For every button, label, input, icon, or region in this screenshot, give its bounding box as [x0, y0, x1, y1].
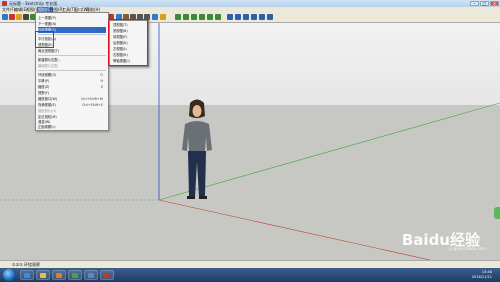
menu-item-label: 正面观察(L) [38, 125, 56, 129]
left-view-icon[interactable] [215, 14, 221, 20]
menu-separator [38, 70, 106, 71]
paint-tool-icon[interactable] [16, 14, 22, 20]
taskbar-explorer[interactable] [36, 270, 50, 280]
taskbar-ie[interactable] [20, 270, 34, 280]
camera-dropdown-menu: 上一视图(P) 下一视图(N) 标准视图(S) ▸ 平行投影(A) 透视图(E) … [35, 12, 109, 131]
taskbar-sketchup[interactable] [100, 270, 114, 280]
highlight-box-projection [35, 31, 54, 48]
sketchup-app-icon [2, 1, 7, 6]
top-view-icon[interactable] [183, 14, 189, 20]
person-figure[interactable] [182, 99, 212, 200]
back-view-icon[interactable] [207, 14, 213, 20]
title-bar: 无标题 - SketchUp 专业版 – □ ✕ [0, 0, 500, 7]
watermark-url: jingyan.baidu.com [449, 246, 486, 251]
line-tool-icon[interactable] [23, 14, 29, 20]
system-clock[interactable]: 13:48 2016/11/11 [472, 270, 492, 280]
menu-item-edit-match-photo: 编辑照片匹配 [38, 63, 106, 69]
sketchup-icon [104, 273, 110, 278]
monochrome-style-icon[interactable] [267, 14, 273, 20]
select-tool-icon[interactable] [2, 14, 8, 20]
menu-separator [38, 55, 106, 56]
menu-item-look-around[interactable]: 正面观察(L) [38, 124, 106, 130]
folder-icon [40, 273, 46, 278]
media-player-icon [56, 273, 62, 278]
close-button[interactable]: ✕ [490, 1, 499, 6]
app-icon [88, 273, 94, 278]
taskbar: 13:48 2016/11/11 [0, 268, 500, 282]
previous-view-icon[interactable] [152, 14, 158, 20]
right-view-icon[interactable] [199, 14, 205, 20]
highlight-box-submenu [108, 19, 148, 66]
position-camera-icon[interactable] [160, 14, 166, 20]
maximize-button[interactable]: □ [480, 1, 489, 6]
xray-style-icon[interactable] [227, 14, 233, 20]
eraser-tool-icon[interactable] [9, 14, 15, 20]
ie-icon [24, 273, 30, 278]
app-icon [72, 273, 78, 278]
hidden-line-style-icon[interactable] [243, 14, 249, 20]
minimize-button[interactable]: – [470, 1, 479, 6]
start-button[interactable] [3, 269, 15, 281]
taskbar-media[interactable] [52, 270, 66, 280]
iso-view-icon[interactable] [175, 14, 181, 20]
menu-item-label: 编辑照片匹配 [38, 64, 58, 68]
wireframe-style-icon[interactable] [235, 14, 241, 20]
textured-style-icon[interactable] [259, 14, 265, 20]
shaded-style-icon[interactable] [251, 14, 257, 20]
red-axis-line [158, 199, 431, 260]
submenu-arrow-icon: ▸ [103, 28, 105, 32]
taskbar-app[interactable] [68, 270, 82, 280]
menu-item-label: 两点透视图(T) [38, 49, 60, 53]
taskbar-app2[interactable] [84, 270, 98, 280]
side-scroll-handle[interactable] [494, 207, 500, 219]
clock-date: 2016/11/11 [471, 275, 492, 279]
menu-item-two-point-perspective[interactable]: 两点透视图(T) [38, 48, 106, 54]
green-axis-line [158, 102, 500, 201]
front-view-icon[interactable] [191, 14, 197, 20]
